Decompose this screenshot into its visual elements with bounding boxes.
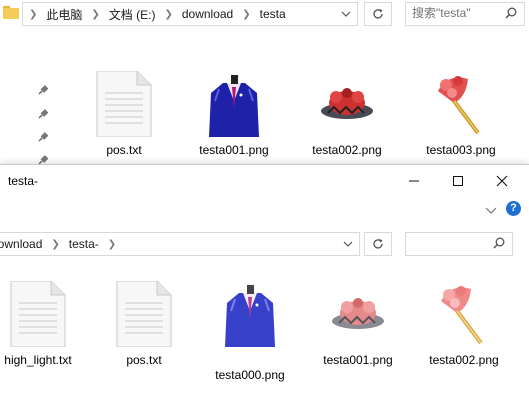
pin-icon <box>37 108 49 123</box>
help-icon: ? <box>510 202 517 214</box>
file-item[interactable]: testa001.png <box>194 71 274 157</box>
breadcrumb-item[interactable]: 此电脑 <box>46 6 82 23</box>
refresh-icon <box>373 239 383 249</box>
search-box[interactable] <box>405 232 513 256</box>
file-item[interactable]: pos.txt <box>84 70 164 157</box>
chevron-down-icon <box>485 207 497 214</box>
explorer-window-testa-dash: testa- ? download ❯ testa- ❯ <box>0 164 529 407</box>
minimize-button[interactable] <box>392 165 436 197</box>
explorer-window-testa: ❯ 此电脑 ❯ 文档 (E:) ❯ download ❯ testa pos.t… <box>0 0 529 170</box>
refresh-button[interactable] <box>364 2 392 26</box>
file-name: pos.txt <box>126 353 162 367</box>
expand-ribbon-button[interactable] <box>485 204 497 214</box>
file-name: testa000.png <box>215 368 285 382</box>
file-item[interactable]: high_light.txt <box>0 280 78 367</box>
window-title: testa- <box>8 174 39 188</box>
chevron-right-icon: ❯ <box>51 238 60 250</box>
close-icon <box>496 175 508 187</box>
breadcrumb-item[interactable]: testa- <box>69 237 99 251</box>
address-bar[interactable]: download ❯ testa- ❯ <box>0 232 360 256</box>
text-file-icon <box>91 70 157 138</box>
chevron-down-icon[interactable] <box>343 233 353 255</box>
file-item[interactable]: testa002.png <box>307 71 387 157</box>
refresh-button[interactable] <box>364 232 392 256</box>
maximize-button[interactable] <box>436 165 480 197</box>
chevron-right-icon: ❯ <box>242 8 251 20</box>
file-name: testa002.png <box>312 143 382 157</box>
pin-icon <box>37 84 49 99</box>
fan-image-thumbnail <box>428 71 494 137</box>
breadcrumb-item[interactable]: download <box>182 7 233 21</box>
file-name: testa001.png <box>323 353 393 367</box>
text-file-icon <box>111 280 177 348</box>
creature-image-thumbnail <box>325 281 391 347</box>
breadcrumb-item[interactable]: download <box>0 237 42 251</box>
search-icon <box>493 237 505 252</box>
fan-image-thumbnail <box>431 281 497 347</box>
pin-icon <box>37 131 49 146</box>
maximize-icon <box>453 176 463 186</box>
close-button[interactable] <box>480 165 524 197</box>
minimize-icon <box>409 180 419 182</box>
creature-image-thumbnail <box>314 71 380 137</box>
text-file-icon <box>5 280 71 348</box>
search-input[interactable] <box>412 236 503 250</box>
title-bar[interactable]: testa- <box>0 165 529 197</box>
file-item[interactable]: testa002.png <box>424 281 504 367</box>
breadcrumb-item[interactable]: 文档 (E:) <box>109 6 156 23</box>
chevron-right-icon: ❯ <box>164 8 173 20</box>
file-name: pos.txt <box>106 143 142 157</box>
search-icon <box>505 7 517 22</box>
help-button[interactable]: ? <box>506 201 521 216</box>
breadcrumb-item[interactable]: testa <box>260 7 286 21</box>
refresh-icon <box>373 9 383 19</box>
search-input[interactable] <box>412 6 513 20</box>
suit-image-thumbnail <box>201 71 267 137</box>
chevron-right-icon: ❯ <box>91 8 100 20</box>
file-name: testa001.png <box>199 143 269 157</box>
suit-image-thumbnail <box>217 281 283 347</box>
file-item[interactable]: testa000.png <box>210 281 290 382</box>
search-box[interactable] <box>405 2 525 26</box>
file-name: high_light.txt <box>4 353 72 367</box>
chevron-right-icon: ❯ <box>107 238 117 250</box>
file-item[interactable]: testa001.png <box>318 281 398 367</box>
file-item[interactable]: pos.txt <box>104 280 184 367</box>
file-name: testa003.png <box>426 143 496 157</box>
chevron-down-icon[interactable] <box>341 3 351 25</box>
file-item[interactable]: testa003.png <box>421 71 501 157</box>
address-bar[interactable]: ❯ 此电脑 ❯ 文档 (E:) ❯ download ❯ testa <box>22 2 358 26</box>
folder-icon <box>3 5 19 19</box>
chevron-right-icon: ❯ <box>29 8 38 20</box>
file-name: testa002.png <box>429 353 499 367</box>
